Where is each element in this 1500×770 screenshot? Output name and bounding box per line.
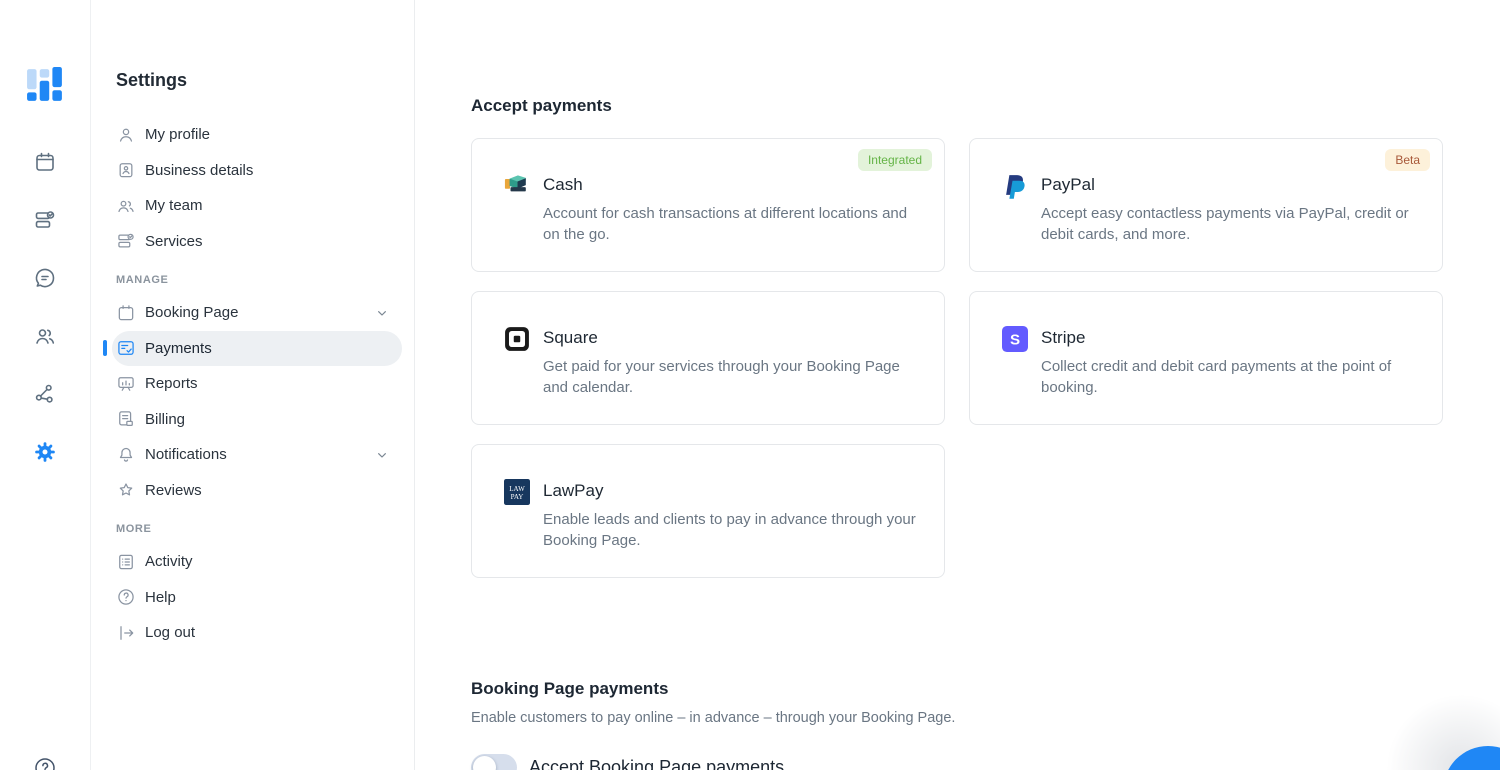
- app-logo-icon: [26, 66, 64, 104]
- sidebar-item-label: Business details: [145, 162, 253, 179]
- toggle-knob: [473, 756, 496, 770]
- provider-card-paypal[interactable]: Beta PayPal Accept easy contactless paym…: [969, 138, 1443, 272]
- icon-rail: [0, 0, 91, 770]
- reports-icon: [116, 374, 136, 394]
- provider-card-cash[interactable]: Integrated Cash Account for cash: [471, 138, 945, 272]
- svg-text:S: S: [1010, 331, 1020, 348]
- lawpay-logo-icon: LAW PAY: [504, 479, 530, 505]
- sidebar-item-label: Booking Page: [145, 304, 238, 321]
- calendar-icon[interactable]: [33, 150, 57, 174]
- provider-description: Account for cash transactions at differe…: [543, 203, 916, 245]
- square-logo-icon: [504, 326, 530, 352]
- chevron-down-icon: [374, 305, 390, 321]
- sidebar-item-business-details[interactable]: Business details: [112, 153, 402, 189]
- stripe-logo-icon: S: [1002, 326, 1028, 352]
- calendar-icon: [116, 303, 136, 323]
- payments-settings-main: Accept payments Integrated: [415, 0, 1500, 770]
- id-badge-icon: [116, 160, 136, 180]
- activity-list-icon: [116, 552, 136, 572]
- sidebar-item-billing[interactable]: Billing: [112, 402, 402, 438]
- sidebar-section-manage: MANAGE: [116, 274, 414, 286]
- accept-booking-payments-row: Accept Booking Page payments: [471, 754, 1500, 770]
- sidebar-section-more: MORE: [116, 523, 414, 535]
- chat-icon[interactable]: [33, 266, 57, 290]
- app-logo[interactable]: [26, 66, 64, 104]
- provider-card-stripe[interactable]: S Stripe Collect credit and debit card p…: [969, 291, 1443, 425]
- sidebar-item-log-out[interactable]: Log out: [112, 615, 402, 651]
- sidebar-item-label: Notifications: [145, 446, 227, 463]
- sidebar-item-reports[interactable]: Reports: [112, 366, 402, 402]
- services-icon[interactable]: [33, 208, 57, 232]
- provider-name: Cash: [543, 172, 916, 198]
- logout-icon: [116, 623, 136, 643]
- accept-payments-heading: Accept payments: [471, 96, 1500, 116]
- sidebar-item-reviews[interactable]: Reviews: [112, 473, 402, 509]
- contacts-icon[interactable]: [33, 324, 57, 348]
- sidebar-item-services[interactable]: Services: [112, 224, 402, 260]
- svg-text:PAY: PAY: [511, 493, 524, 501]
- toggle-label: Accept Booking Page payments: [529, 757, 784, 770]
- chevron-down-icon: [374, 447, 390, 463]
- sidebar-item-my-team[interactable]: My team: [112, 188, 402, 224]
- star-icon: [116, 480, 136, 500]
- help-icon[interactable]: [33, 756, 57, 770]
- settings-gear-icon[interactable]: [33, 440, 57, 464]
- sidebar-item-label: Reports: [145, 375, 198, 392]
- booking-payments-heading: Booking Page payments: [471, 679, 1500, 699]
- paypal-logo-icon: [1002, 173, 1028, 199]
- settings-page: Settings My profile Business details My …: [0, 0, 1500, 770]
- provider-card-lawpay[interactable]: LAW PAY LawPay Enable leads and clients …: [471, 444, 945, 578]
- provider-description: Collect credit and debit card payments a…: [1041, 356, 1414, 398]
- status-badge: Beta: [1385, 149, 1430, 171]
- sidebar-item-label: Billing: [145, 411, 185, 428]
- sidebar-item-my-profile[interactable]: My profile: [112, 117, 402, 153]
- integrations-icon[interactable]: [33, 382, 57, 406]
- provider-description: Enable leads and clients to pay in advan…: [543, 509, 916, 551]
- sidebar-item-notifications[interactable]: Notifications: [112, 437, 402, 473]
- user-icon: [116, 125, 136, 145]
- sidebar-item-help[interactable]: Help: [112, 580, 402, 616]
- provider-name: Stripe: [1041, 325, 1414, 351]
- accept-booking-payments-toggle[interactable]: [471, 754, 517, 770]
- booking-page-payments-section: Booking Page payments Enable customers t…: [471, 679, 1500, 770]
- sidebar-item-payments[interactable]: Payments: [112, 331, 402, 367]
- bell-icon: [116, 445, 136, 465]
- sidebar-item-label: Log out: [145, 624, 195, 641]
- provider-description: Get paid for your services through your …: [543, 356, 916, 398]
- help-circle-icon: [116, 587, 136, 607]
- provider-name: LawPay: [543, 478, 916, 504]
- provider-name: Square: [543, 325, 916, 351]
- billing-icon: [116, 409, 136, 429]
- cash-register-icon: [504, 173, 530, 199]
- sidebar-item-activity[interactable]: Activity: [112, 544, 402, 580]
- status-badge: Integrated: [858, 149, 932, 171]
- team-icon: [116, 196, 136, 216]
- booking-payments-subtitle: Enable customers to pay online – in adva…: [471, 710, 1500, 726]
- sidebar-item-label: My profile: [145, 126, 210, 143]
- sidebar-item-label: Services: [145, 233, 203, 250]
- sidebar-item-booking-page[interactable]: Booking Page: [112, 295, 402, 331]
- sidebar-item-label: Help: [145, 589, 176, 606]
- settings-sidebar: Settings My profile Business details My …: [91, 0, 415, 770]
- sidebar-item-label: Reviews: [145, 482, 202, 499]
- payment-provider-grid: Integrated Cash Account for cash: [471, 138, 1500, 578]
- provider-card-square[interactable]: Square Get paid for your services throug…: [471, 291, 945, 425]
- svg-text:LAW: LAW: [509, 485, 525, 493]
- page-title: Settings: [116, 70, 414, 91]
- services-icon: [116, 231, 136, 251]
- provider-name: PayPal: [1041, 172, 1414, 198]
- payments-icon: [116, 338, 136, 358]
- provider-description: Accept easy contactless payments via Pay…: [1041, 203, 1414, 245]
- sidebar-item-label: Activity: [145, 553, 193, 570]
- sidebar-item-label: My team: [145, 197, 203, 214]
- sidebar-item-label: Payments: [145, 340, 212, 357]
